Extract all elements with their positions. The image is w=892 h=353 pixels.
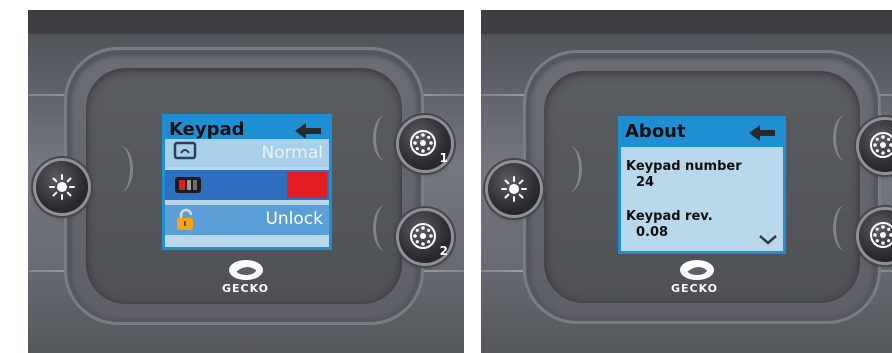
jet-icon <box>870 222 892 248</box>
keypad-screen: Keypad Normal Unlock <box>162 114 332 250</box>
brand-logo-text: GECKO <box>671 282 718 295</box>
screen-title: Keypad <box>169 119 245 140</box>
light-button[interactable] <box>488 163 540 215</box>
pump-1-button[interactable]: 1 <box>859 120 892 172</box>
pump-2-button[interactable]: 2 <box>859 210 892 262</box>
pump-1-button[interactable]: 1 <box>399 118 451 170</box>
gecko-logo-icon <box>229 260 263 280</box>
pump-2-button[interactable]: 2 <box>399 211 451 263</box>
decorative-notch <box>557 146 582 192</box>
decorative-notch <box>833 205 858 251</box>
top-band <box>28 10 464 34</box>
screen-title: About <box>625 121 686 142</box>
right-control-panel: 1 2 About Keypad number 24 Keypad rev. 0… <box>481 10 892 353</box>
keypad-number-label: Keypad number <box>626 159 742 174</box>
back-arrow-icon[interactable] <box>295 123 321 139</box>
menu-row-lock[interactable]: Unlock <box>165 205 329 235</box>
display-icon <box>173 141 197 160</box>
spa-heater-icon <box>175 177 201 193</box>
light-button[interactable] <box>36 161 88 213</box>
light-icon <box>501 176 527 202</box>
keypad-rev-label: Keypad rev. <box>626 209 713 224</box>
decorative-notch <box>373 115 398 161</box>
row-label: Normal <box>261 143 323 163</box>
pump-number: 1 <box>439 151 448 165</box>
decorative-notch <box>833 115 858 161</box>
menu-row-heater[interactable] <box>165 170 329 200</box>
padlock-unlocked-icon <box>177 208 193 230</box>
top-band <box>481 10 892 34</box>
pump-number: 2 <box>439 244 448 258</box>
status-indicator <box>287 172 327 198</box>
gecko-logo-icon <box>680 260 714 280</box>
decorative-notch <box>373 205 398 251</box>
jet-icon <box>870 132 892 158</box>
chevron-down-icon[interactable] <box>759 235 777 245</box>
keypad-number-value: 24 <box>636 175 655 190</box>
menu-row-display[interactable]: Normal <box>165 139 329 167</box>
keypad-rev-value: 0.08 <box>636 225 669 240</box>
left-control-panel: 1 2 Keypad Normal Unlock GECKO <box>28 10 464 353</box>
brand-logo-text: GECKO <box>222 282 269 295</box>
light-icon <box>49 174 75 200</box>
back-arrow-icon[interactable] <box>749 125 775 141</box>
about-screen: About Keypad number 24 Keypad rev. 0.08 <box>618 116 786 254</box>
row-label: Unlock <box>265 209 323 229</box>
screen-header: About <box>621 119 783 147</box>
decorative-notch <box>108 146 133 192</box>
